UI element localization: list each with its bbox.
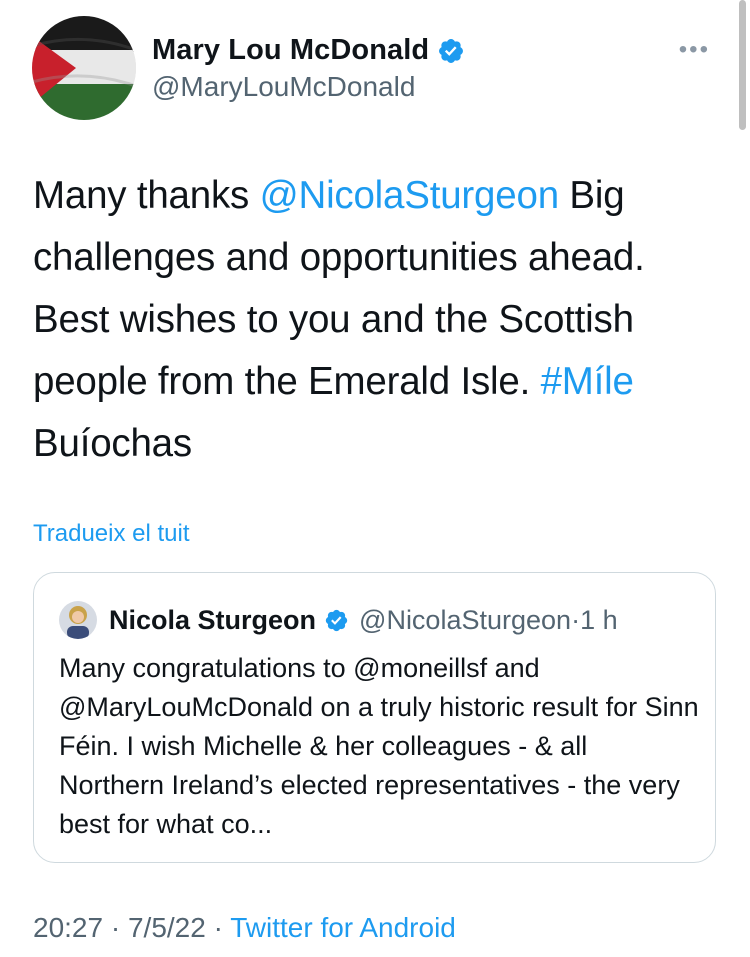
quoted-tweet-header: Nicola Sturgeon @NicolaSturgeon · 1 h [59, 601, 618, 639]
quoted-handle: @NicolaSturgeon [359, 604, 572, 635]
quoted-author-avatar [59, 601, 97, 639]
author-names: Mary Lou McDonald @MaryLouMcDonald [152, 34, 465, 103]
quoted-separator: · [571, 604, 581, 635]
tweet-meta: 20:27 · 7/5/22 · Twitter for Android [33, 912, 456, 944]
tweet-text: Many thanks @NicolaSturgeon Big challeng… [33, 165, 723, 475]
meta-separator: · [205, 912, 231, 943]
tweet-time: 20:27 [33, 912, 104, 943]
quoted-tweet-card[interactable]: Nicola Sturgeon @NicolaSturgeon · 1 h Ma… [33, 572, 716, 863]
verified-badge-icon [439, 38, 464, 63]
author-display-name[interactable]: Mary Lou McDonald [152, 34, 429, 67]
palestinian-flag-avatar-icon [32, 16, 136, 120]
tweet-text-part: Buíochas [33, 422, 192, 465]
translate-tweet-link[interactable]: Tradueix el tuit [33, 520, 190, 548]
quoted-timestamp: 1 h [580, 604, 618, 635]
quoted-verified-badge-icon [325, 609, 348, 631]
meta-separator: · [103, 912, 128, 943]
more-options-icon[interactable]: ••• [679, 36, 710, 64]
mention-link[interactable]: @NicolaSturgeon [260, 174, 560, 217]
tweet-date: 7/5/22 [127, 912, 206, 943]
quoted-tweet-text: Many congratulations to @moneillsf and @… [59, 653, 699, 839]
author-avatar[interactable] [32, 16, 136, 120]
tweet-text-part: Many thanks [33, 174, 260, 217]
quoted-avatar-icon [59, 601, 97, 639]
author-handle[interactable]: @MaryLouMcDonald [152, 71, 465, 103]
quoted-display-name: Nicola Sturgeon [109, 604, 317, 635]
scrollbar[interactable] [739, 0, 746, 130]
tweet-source-link[interactable]: Twitter for Android [230, 912, 456, 943]
tweet-header: Mary Lou McDonald @MaryLouMcDonald ••• [32, 16, 720, 126]
hashtag-link[interactable]: #Míle [541, 360, 634, 403]
